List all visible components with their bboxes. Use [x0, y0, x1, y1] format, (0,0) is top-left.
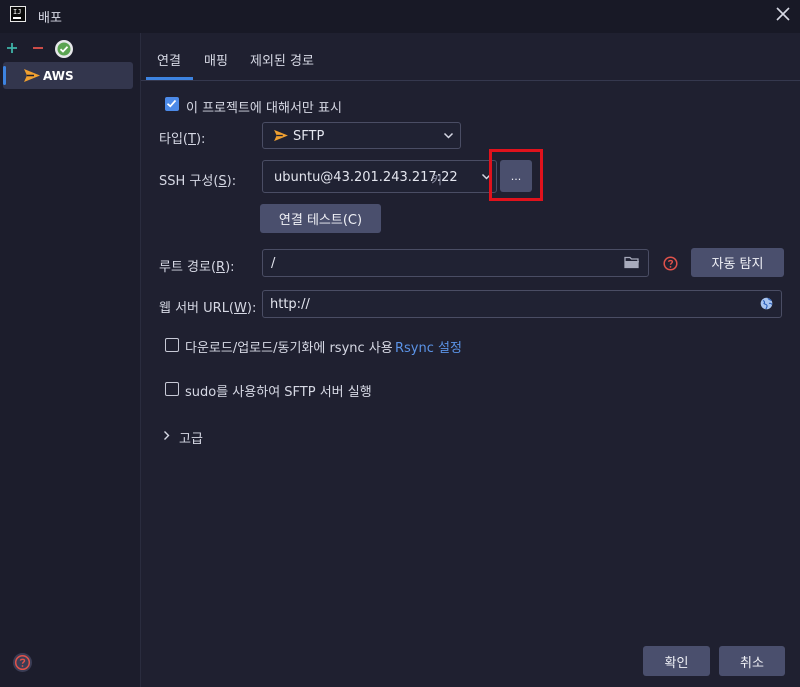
- sftp-send-icon: [24, 69, 40, 82]
- type-select-value: SFTP: [293, 129, 325, 144]
- chevron-right-icon[interactable]: [162, 430, 171, 441]
- server-list-panel: [0, 33, 140, 687]
- advanced-toggle[interactable]: 고급: [179, 428, 203, 447]
- visible-only-this-project-checkbox[interactable]: [165, 97, 179, 111]
- panel-divider: [140, 33, 141, 687]
- type-label: 타입(T):: [159, 132, 206, 147]
- highlight-box: [489, 149, 543, 201]
- rsync-checkbox[interactable]: [165, 338, 179, 352]
- root-path-value: /: [271, 256, 276, 271]
- type-select[interactable]: [262, 122, 461, 149]
- sudo-checkbox[interactable]: [165, 382, 179, 396]
- selection-indicator: [3, 66, 6, 85]
- root-path-label: 루트 경로(R):: [159, 260, 235, 275]
- help-icon[interactable]: [663, 256, 678, 271]
- rsync-settings-link[interactable]: Rsync 설정: [395, 337, 462, 356]
- globe-icon[interactable]: [760, 297, 773, 310]
- ssh-config-hint: 키: [431, 173, 443, 187]
- ssh-config-label: SSH 구성(S):: [159, 174, 237, 189]
- tab-mappings[interactable]: 매핑: [204, 50, 228, 69]
- visible-only-this-project-label: 이 프로젝트에 대해서만 표시: [186, 101, 342, 116]
- web-server-url-label: 웹 서버 URL(W):: [159, 301, 257, 316]
- tab-connection[interactable]: 연결: [157, 50, 181, 69]
- sftp-send-icon: [274, 129, 288, 142]
- autodetect-button[interactable]: 자동 탐지: [691, 248, 784, 277]
- chevron-down-icon: [443, 132, 454, 139]
- rsync-label: 다운로드/업로드/동기화에 rsync 사용: [185, 341, 393, 356]
- tabs-separator: [141, 80, 800, 81]
- test-connection-button[interactable]: 연결 테스트(C): [260, 204, 381, 233]
- web-server-url-input[interactable]: [262, 290, 782, 318]
- root-path-input[interactable]: [262, 249, 649, 277]
- cancel-button[interactable]: 취소: [719, 646, 785, 676]
- close-icon[interactable]: [774, 5, 792, 23]
- plus-icon[interactable]: [4, 40, 20, 56]
- intellij-app-icon: IJ: [10, 6, 26, 22]
- folder-icon[interactable]: [624, 255, 640, 269]
- minus-icon[interactable]: [30, 40, 46, 56]
- window-title: 배포: [38, 11, 62, 26]
- tab-excluded-paths[interactable]: 제외된 경로: [250, 50, 314, 69]
- help-icon[interactable]: [12, 652, 33, 673]
- ok-button[interactable]: 확인: [643, 646, 710, 676]
- sudo-label: sudo를 사용하여 SFTP 서버 실행: [185, 385, 372, 400]
- web-server-url-value: http://: [270, 297, 310, 312]
- title-bar: [0, 0, 800, 33]
- checkmark-icon: [166, 99, 177, 108]
- checkmark-circle-icon[interactable]: [54, 39, 74, 59]
- server-item-label: AWS: [43, 69, 74, 83]
